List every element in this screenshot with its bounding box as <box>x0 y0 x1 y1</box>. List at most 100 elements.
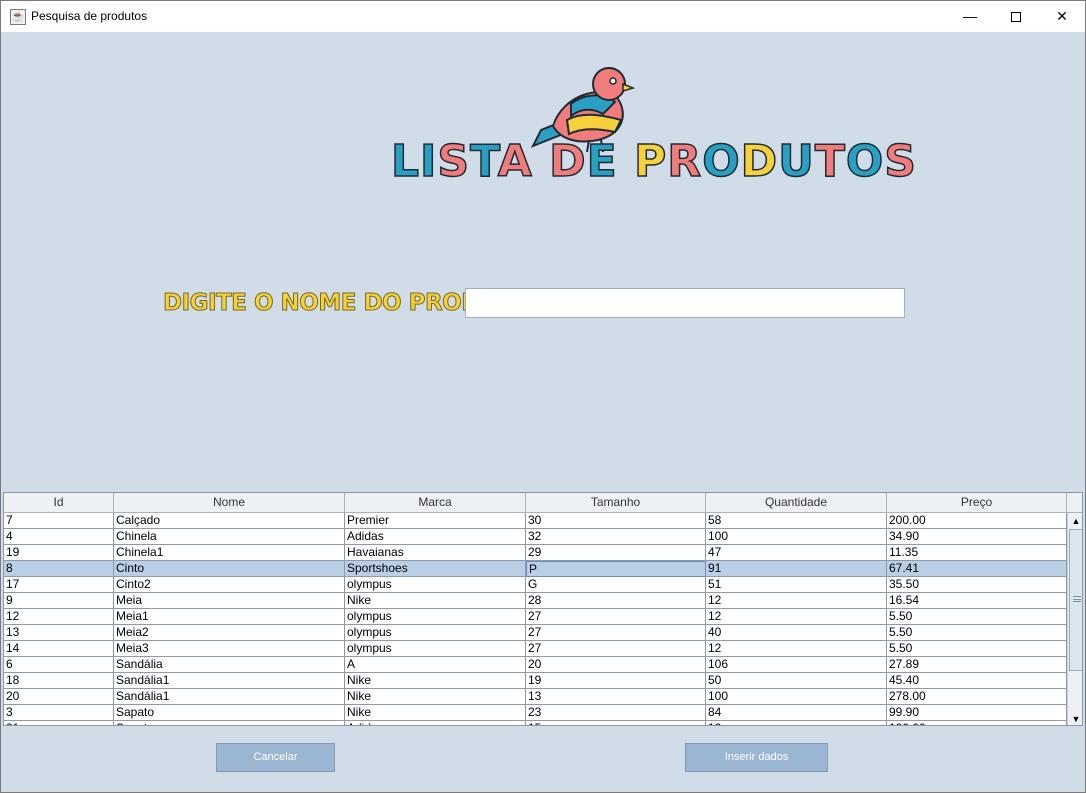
table-cell[interactable]: olympus <box>345 577 526 593</box>
table-cell[interactable]: 12 <box>706 609 887 625</box>
table-cell[interactable]: 18 <box>4 673 114 689</box>
column-header[interactable]: Quantidade <box>706 493 887 513</box>
table-cell[interactable]: 40 <box>706 625 887 641</box>
table-row[interactable]: 14 Meia3 olympus 27 12 5.50 <box>4 641 1067 657</box>
table-cell[interactable]: Chinela1 <box>114 545 345 561</box>
table-cell[interactable]: Havaianas <box>345 545 526 561</box>
table-row[interactable]: 4 Chinela Adidas 32 100 34.90 <box>4 529 1067 545</box>
table-cell[interactable]: Sandália <box>114 657 345 673</box>
table-cell[interactable]: Adidas <box>345 529 526 545</box>
table-cell[interactable]: 45.40 <box>887 673 1067 689</box>
table-cell[interactable]: 13 <box>526 689 706 705</box>
table-cell[interactable]: 50 <box>706 673 887 689</box>
table-cell[interactable]: 20 <box>4 689 114 705</box>
scroll-down-icon[interactable]: ▼ <box>1068 711 1082 725</box>
table-cell[interactable]: 200.00 <box>887 513 1067 529</box>
table-cell[interactable]: 7 <box>4 513 114 529</box>
table-cell[interactable]: 34.90 <box>887 529 1067 545</box>
table-cell[interactable]: 12 <box>4 609 114 625</box>
table-cell[interactable]: 19 <box>4 545 114 561</box>
table-cell[interactable]: 30 <box>526 513 706 529</box>
table-row[interactable]: 9 Meia Nike 28 12 16.54 <box>4 593 1067 609</box>
vertical-scrollbar[interactable]: ▲ ▼ <box>1067 513 1082 725</box>
table-cell[interactable]: Cinto <box>114 561 345 577</box>
table-cell[interactable]: 12 <box>706 593 887 609</box>
table-row[interactable]: 6 Sandália A 20 106 27.89 <box>4 657 1067 673</box>
scroll-up-icon[interactable]: ▲ <box>1068 513 1082 529</box>
minimize-button[interactable]: — <box>947 1 993 32</box>
table-cell[interactable]: Nike <box>345 689 526 705</box>
table-cell[interactable]: G <box>526 577 706 593</box>
table-cell[interactable]: 12 <box>706 641 887 657</box>
table-cell[interactable]: Nike <box>345 705 526 721</box>
table-cell[interactable]: 47 <box>706 545 887 561</box>
table-cell[interactable]: Sandália1 <box>114 673 345 689</box>
column-header[interactable]: Tamanho <box>526 493 706 513</box>
table-cell[interactable]: 11.35 <box>887 545 1067 561</box>
table-cell[interactable]: 100 <box>706 529 887 545</box>
table-cell[interactable]: 5.50 <box>887 641 1067 657</box>
table-row[interactable]: 21SapatoAdidas1512120.00 <box>4 721 1067 725</box>
table-cell[interactable]: 5.50 <box>887 609 1067 625</box>
table-cell[interactable]: 16.54 <box>887 593 1067 609</box>
table-cell[interactable]: 27 <box>526 609 706 625</box>
table-row[interactable]: 13 Meia2 olympus 27 40 5.50 <box>4 625 1067 641</box>
table-cell[interactable]: 67.41 <box>887 561 1067 577</box>
table-cell[interactable]: 14 <box>4 641 114 657</box>
table-cell[interactable]: Meia2 <box>114 625 345 641</box>
table-cell[interactable]: olympus <box>345 609 526 625</box>
table-cell[interactable]: 32 <box>526 529 706 545</box>
table-cell[interactable]: 35.50 <box>887 577 1067 593</box>
table-cell[interactable]: 12 <box>706 721 887 725</box>
table-cell[interactable]: 15 <box>526 721 706 725</box>
table-cell[interactable]: 6 <box>4 657 114 673</box>
maximize-button[interactable] <box>993 1 1039 32</box>
table-row[interactable]: 8 Cinto Sportshoes P 91 67.41 <box>4 561 1067 577</box>
table-cell[interactable]: 27 <box>526 625 706 641</box>
table-cell[interactable]: P <box>526 561 706 577</box>
close-button[interactable]: ✕ <box>1039 1 1085 32</box>
table-cell[interactable]: 51 <box>706 577 887 593</box>
table-cell[interactable]: Sandália1 <box>114 689 345 705</box>
table-cell[interactable]: 5.50 <box>887 625 1067 641</box>
table-cell[interactable]: 58 <box>706 513 887 529</box>
table-cell[interactable]: 106 <box>706 657 887 673</box>
scroll-thumb[interactable] <box>1069 529 1082 671</box>
table-cell[interactable]: olympus <box>345 641 526 657</box>
table-body[interactable]: 7 Calçado Premier 30 58 200.00 4 Chinela Adidas 3… <box>4 513 1067 725</box>
table-cell[interactable]: 28 <box>526 593 706 609</box>
cancel-button[interactable]: Cancelar <box>216 743 335 772</box>
table-cell[interactable]: 20 <box>526 657 706 673</box>
table-cell[interactable]: 3 <box>4 705 114 721</box>
insert-data-button[interactable]: Inserir dados <box>685 743 828 772</box>
table-cell[interactable]: 27 <box>526 641 706 657</box>
table-cell[interactable]: 120.00 <box>887 721 1067 725</box>
table-cell[interactable]: 29 <box>526 545 706 561</box>
table-cell[interactable]: Sportshoes <box>345 561 526 577</box>
table-cell[interactable]: 21 <box>4 721 114 725</box>
table-cell[interactable]: Meia <box>114 593 345 609</box>
table-cell[interactable]: 84 <box>706 705 887 721</box>
table-cell[interactable]: A <box>345 657 526 673</box>
table-cell[interactable]: Sapato <box>114 721 345 725</box>
table-cell[interactable]: Meia1 <box>114 609 345 625</box>
products-table[interactable]: Id Nome Marca Tamanho Quantidade Preço 7 Calça… <box>3 492 1083 726</box>
column-header[interactable]: Preço <box>887 493 1067 513</box>
table-cell[interactable]: 99.90 <box>887 705 1067 721</box>
table-cell[interactable]: 13 <box>4 625 114 641</box>
column-header[interactable]: Id <box>4 493 114 513</box>
table-cell[interactable]: Nike <box>345 673 526 689</box>
column-header[interactable]: Marca <box>345 493 526 513</box>
product-search-input[interactable] <box>465 288 905 318</box>
table-cell[interactable]: Premier <box>345 513 526 529</box>
table-cell[interactable]: 91 <box>706 561 887 577</box>
table-cell[interactable]: Sapato <box>114 705 345 721</box>
table-cell[interactable]: Calçado <box>114 513 345 529</box>
table-cell[interactable]: 4 <box>4 529 114 545</box>
title-bar[interactable]: ☕ Pesquisa de produtos — ✕ <box>1 1 1085 32</box>
table-row[interactable]: 20 Sandália1 Nike 13 100 278.00 <box>4 689 1067 705</box>
table-cell[interactable]: Meia3 <box>114 641 345 657</box>
table-row[interactable]: 19 Chinela1 Havaianas 29 47 11.35 <box>4 545 1067 561</box>
table-cell[interactable]: Nike <box>345 593 526 609</box>
table-row[interactable]: 7 Calçado Premier 30 58 200.00 <box>4 513 1067 529</box>
